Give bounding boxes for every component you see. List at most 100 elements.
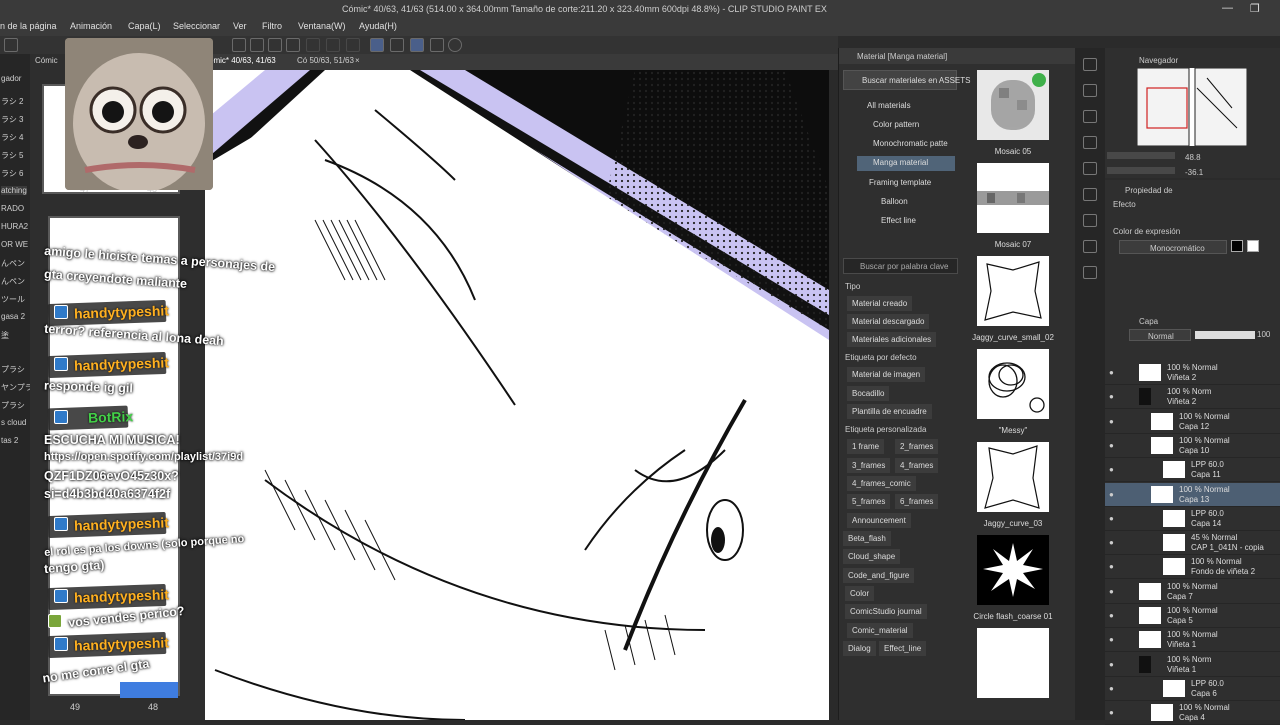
- layer-row[interactable]: ● 100 % Normal Capa 5: [1105, 604, 1280, 628]
- panel-icon[interactable]: [1083, 214, 1097, 227]
- help-icon[interactable]: [448, 38, 462, 52]
- tag-material-creado[interactable]: Material creado: [847, 296, 913, 311]
- visibility-eye-icon[interactable]: ●: [1109, 635, 1114, 644]
- tool-item[interactable]: プラシ: [1, 400, 25, 411]
- special-ruler-icon[interactable]: [390, 38, 404, 52]
- layer-row[interactable]: ● 100 % Normal Capa 10: [1105, 434, 1280, 458]
- visibility-eye-icon[interactable]: ●: [1109, 514, 1114, 523]
- tool-item[interactable]: s cloud: [1, 418, 26, 427]
- tree-monochromatic-pattern[interactable]: Monochromatic patte: [873, 139, 948, 148]
- tool-item[interactable]: gador: [1, 74, 21, 83]
- visibility-eye-icon[interactable]: ●: [1109, 684, 1114, 693]
- tool-item[interactable]: gasa 2: [1, 312, 25, 321]
- new-icon[interactable]: [4, 38, 18, 52]
- tree-color-pattern[interactable]: Color pattern: [873, 120, 919, 129]
- material-thumb-jaggy-small[interactable]: [977, 256, 1049, 326]
- visibility-eye-icon[interactable]: ●: [1109, 441, 1114, 450]
- layer-row[interactable]: ● 100 % Normal Viñeta 2: [1105, 361, 1280, 385]
- material-thumb-mosaic05[interactable]: [977, 70, 1049, 140]
- visibility-eye-icon[interactable]: ●: [1109, 708, 1114, 717]
- layer-row[interactable]: ● LPP 60.0 Capa 14: [1105, 507, 1280, 531]
- fill-icon[interactable]: [268, 38, 282, 52]
- tool-item[interactable]: プラシ: [1, 364, 25, 375]
- layer-row[interactable]: ● 100 % Normal Fondo de viñeta 2: [1105, 555, 1280, 580]
- tool-item[interactable]: ラシ 2: [1, 96, 24, 107]
- layer-row[interactable]: ● 100 % Normal Capa 12: [1105, 410, 1280, 434]
- tool-item[interactable]: RADO: [1, 204, 24, 213]
- tree-balloon[interactable]: Balloon: [881, 197, 908, 206]
- tab-comic[interactable]: Cómic: [35, 56, 58, 65]
- tool-item[interactable]: ヤンプラ: [1, 382, 33, 393]
- material-thumb-messy[interactable]: [977, 349, 1049, 419]
- tag-material-de-imagen[interactable]: Material de imagen: [847, 367, 926, 382]
- panel-icon[interactable]: [1083, 266, 1097, 279]
- tool-item[interactable]: ツール: [1, 294, 25, 305]
- tree-all-materials[interactable]: All materials: [867, 101, 911, 110]
- tag-6-frames[interactable]: 6_frames: [895, 494, 939, 509]
- search-assets-button[interactable]: Buscar materiales en ASSETS: [843, 70, 971, 90]
- tool-item[interactable]: HURA2: [1, 222, 28, 231]
- close-tab-icon[interactable]: ×: [355, 56, 360, 65]
- visibility-eye-icon[interactable]: ●: [1109, 490, 1114, 499]
- menu-animation[interactable]: Animación: [70, 21, 112, 31]
- crop-icon[interactable]: [306, 38, 320, 52]
- tab-comic-40-41[interactable]: ómic* 40/63, 41/63: [209, 56, 276, 65]
- tag-cloud-shape[interactable]: Cloud_shape: [843, 549, 901, 564]
- layer-tab[interactable]: Capa: [1139, 317, 1158, 326]
- material-thumb-jaggy03[interactable]: [977, 442, 1049, 512]
- visibility-eye-icon[interactable]: ●: [1109, 538, 1114, 547]
- visibility-eye-icon[interactable]: ●: [1109, 611, 1114, 620]
- material-thumb-mosaic07[interactable]: [977, 163, 1049, 233]
- tag-5-frames[interactable]: 5_frames: [847, 494, 891, 509]
- tool-item[interactable]: ラシ 4: [1, 132, 24, 143]
- white-swatch[interactable]: [1247, 240, 1259, 252]
- tool-item[interactable]: んペン: [1, 258, 25, 269]
- visibility-eye-icon[interactable]: ●: [1109, 587, 1114, 596]
- tag-beta-flash[interactable]: Beta_flash: [843, 531, 891, 546]
- tag-1-frame[interactable]: 1 frame: [847, 439, 885, 454]
- tag-plantilla-de-encuadre[interactable]: Plantilla de encuadre: [847, 404, 932, 419]
- tool-item[interactable]: ラシ 6: [1, 168, 24, 179]
- copy-icon[interactable]: [346, 38, 360, 52]
- blend-mode-select[interactable]: Normal: [1129, 329, 1191, 341]
- visibility-eye-icon[interactable]: ●: [1109, 368, 1114, 377]
- settings-icon[interactable]: [430, 38, 444, 52]
- restore-button[interactable]: ❐: [1250, 2, 1260, 15]
- tool-item[interactable]: ラシ 3: [1, 114, 24, 125]
- navigator-preview[interactable]: [1136, 67, 1248, 147]
- tag-2-frames[interactable]: 2_frames: [895, 439, 939, 454]
- tool-item[interactable]: 塗: [1, 330, 9, 341]
- tree-effect-line[interactable]: Effect line: [881, 216, 916, 225]
- tree-framing-template[interactable]: Framing template: [869, 178, 931, 187]
- menu-help[interactable]: Ayuda(H): [359, 21, 397, 31]
- panel-icon[interactable]: [1083, 162, 1097, 175]
- tree-manga-material[interactable]: Manga material: [857, 156, 955, 171]
- panel-icon[interactable]: [1083, 84, 1097, 97]
- black-swatch[interactable]: [1231, 240, 1243, 252]
- select-all-icon[interactable]: [232, 38, 246, 52]
- clear-icon[interactable]: [326, 38, 340, 52]
- color-expression-select[interactable]: Monocromático: [1119, 240, 1227, 254]
- visibility-eye-icon[interactable]: ●: [1109, 392, 1114, 401]
- tag-color[interactable]: Color: [845, 586, 875, 601]
- visibility-eye-icon[interactable]: ●: [1109, 562, 1114, 571]
- layer-row[interactable]: ● 100 % Normal Capa 13: [1105, 482, 1280, 507]
- tag-code-and-figure[interactable]: Code_and_figure: [843, 568, 915, 583]
- panel-icon[interactable]: [1083, 110, 1097, 123]
- tool-item[interactable]: atching: [1, 186, 27, 195]
- layer-row[interactable]: ● 100 % Norm Viñeta 2: [1105, 385, 1280, 410]
- deselect-icon[interactable]: [250, 38, 264, 52]
- transform-icon[interactable]: [286, 38, 300, 52]
- layer-row[interactable]: ● 100 % Normal Capa 7: [1105, 580, 1280, 604]
- keyword-search-input[interactable]: Buscar por palabra clave: [843, 258, 958, 274]
- opacity-slider[interactable]: [1195, 331, 1255, 339]
- visibility-eye-icon[interactable]: ●: [1109, 660, 1114, 669]
- menu-filter[interactable]: Filtro: [262, 21, 282, 31]
- menu-select[interactable]: Seleccionar: [173, 21, 220, 31]
- ruler-snap-icon[interactable]: [370, 38, 384, 52]
- layer-row[interactable]: ● LPP 60.0 Capa 6: [1105, 677, 1280, 701]
- tag-bocadillo[interactable]: Bocadillo: [847, 386, 890, 401]
- rotate-slider[interactable]: [1107, 167, 1175, 174]
- menu-window[interactable]: Ventana(W): [298, 21, 346, 31]
- visibility-eye-icon[interactable]: ●: [1109, 465, 1114, 474]
